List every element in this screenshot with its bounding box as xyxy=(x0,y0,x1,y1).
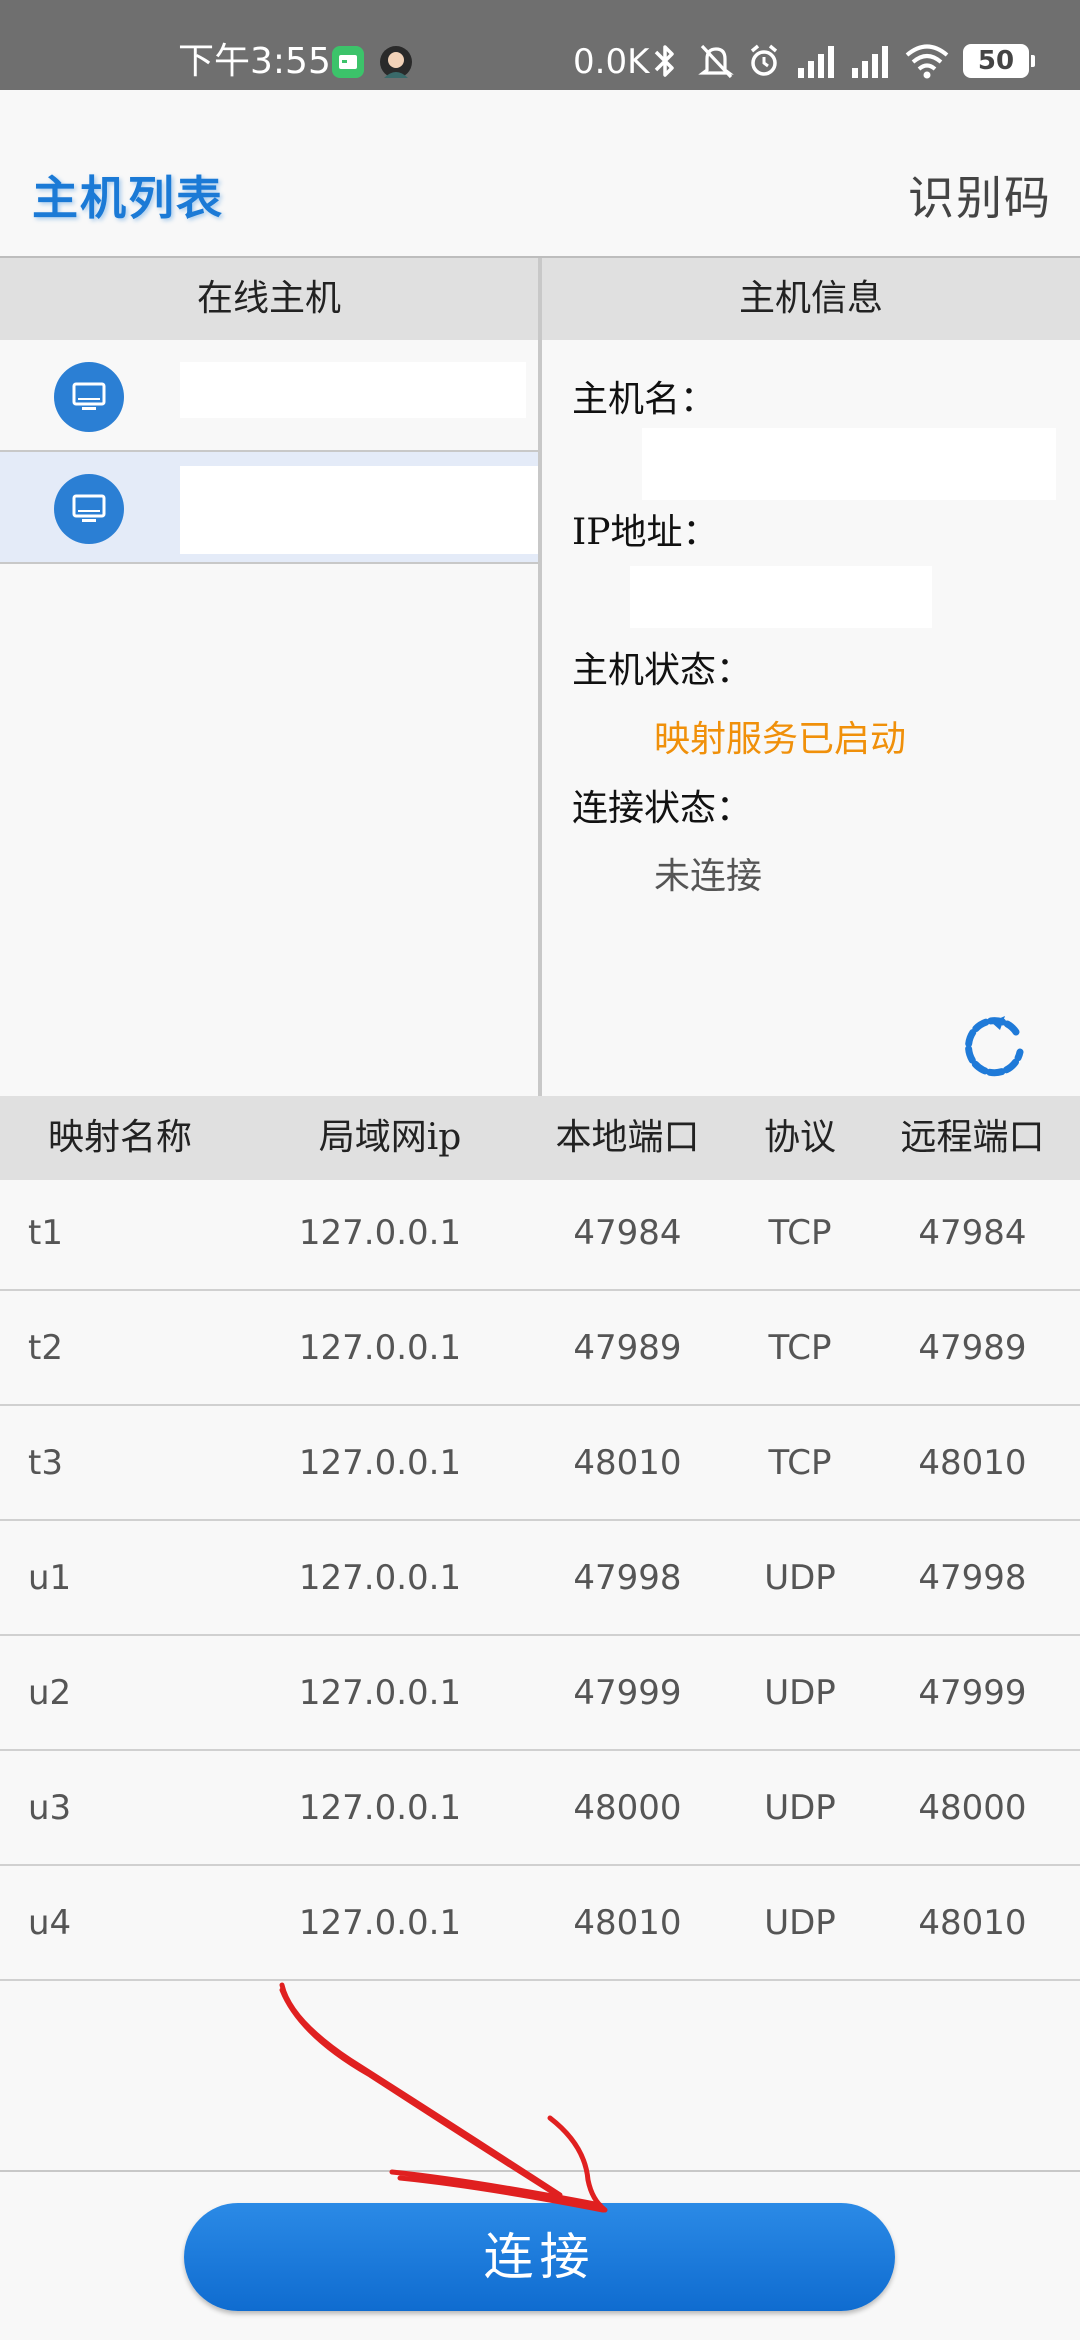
cell-lan-ip: 127.0.0.1 xyxy=(298,1443,462,1483)
table-row[interactable]: u3 127.0.0.1 48000 UDP 48000 xyxy=(0,1753,1080,1866)
connection-status-label: 连接状态： xyxy=(572,788,753,829)
cell-mapping-name: u3 xyxy=(28,1788,72,1828)
cell-remote-port: 48010 xyxy=(918,1903,1027,1943)
app-header: 主机列表 识别码 xyxy=(0,90,1080,256)
cell-protocol: UDP xyxy=(764,1903,836,1943)
cell-mapping-name: u1 xyxy=(28,1558,72,1598)
id-code-button[interactable]: 识别码 xyxy=(908,162,1052,228)
table-row[interactable]: t1 127.0.0.1 47984 TCP 47984 xyxy=(0,1178,1080,1291)
mute-icon xyxy=(698,44,734,79)
cell-local-port: 48010 xyxy=(573,1443,682,1483)
cell-lan-ip: 127.0.0.1 xyxy=(298,1903,462,1943)
host-list-item-selected[interactable] xyxy=(0,452,538,564)
cell-remote-port: 48010 xyxy=(918,1443,1027,1483)
host-list-item[interactable] xyxy=(0,340,538,452)
bottom-divider xyxy=(0,2170,1080,2172)
cell-mapping-name: t2 xyxy=(28,1328,63,1368)
table-row[interactable]: u4 127.0.0.1 48010 UDP 48010 xyxy=(0,1868,1080,1981)
cell-protocol: TCP xyxy=(768,1443,832,1483)
ip-value xyxy=(630,566,932,628)
host-name xyxy=(180,362,526,418)
bluetooth-icon xyxy=(654,45,674,77)
cell-lan-ip: 127.0.0.1 xyxy=(298,1328,462,1368)
cell-protocol: TCP xyxy=(768,1328,832,1368)
cell-local-port: 47984 xyxy=(573,1213,682,1253)
online-hosts-title: 在线主机 xyxy=(0,258,538,340)
table-row[interactable]: u2 127.0.0.1 47999 UDP 47999 xyxy=(0,1638,1080,1751)
panel-divider xyxy=(538,258,542,1096)
connect-button[interactable]: 连接 xyxy=(184,2203,895,2311)
alarm-icon xyxy=(750,44,778,76)
wifi-icon xyxy=(905,44,949,79)
column-header-lan-ip: 局域网ip xyxy=(318,1117,462,1158)
cell-lan-ip: 127.0.0.1 xyxy=(298,1673,462,1713)
host-status-value: 映射服务已启动 xyxy=(654,719,907,760)
cell-mapping-name: u2 xyxy=(28,1673,72,1713)
cell-local-port: 47998 xyxy=(573,1558,682,1598)
cell-remote-port: 47989 xyxy=(918,1328,1027,1368)
cell-remote-port: 47998 xyxy=(918,1558,1027,1598)
cell-lan-ip: 127.0.0.1 xyxy=(298,1788,462,1828)
cell-local-port: 47999 xyxy=(573,1673,682,1713)
mapping-table-header: 映射名称 局域网ip 本地端口 协议 远程端口 xyxy=(0,1096,1080,1180)
connection-status-value: 未连接 xyxy=(654,856,763,897)
status-time: 下午3:55 xyxy=(178,41,331,82)
column-header-local-port: 本地端口 xyxy=(555,1117,700,1158)
computer-icon xyxy=(54,362,124,432)
cell-protocol: UDP xyxy=(764,1673,836,1713)
net-speed: 0.0K xyxy=(573,42,650,82)
cell-mapping-name: u4 xyxy=(28,1903,72,1943)
message-notification-icon xyxy=(332,46,364,78)
column-header-name: 映射名称 xyxy=(47,1117,192,1158)
column-header-protocol: 协议 xyxy=(763,1117,836,1158)
cell-local-port: 48010 xyxy=(573,1903,682,1943)
table-row[interactable]: t3 127.0.0.1 48010 TCP 48010 xyxy=(0,1408,1080,1521)
table-row[interactable]: u1 127.0.0.1 47998 UDP 47998 xyxy=(0,1523,1080,1636)
status-bar: 下午3:55 0.0K 50 xyxy=(0,0,1080,90)
cell-local-port: 48000 xyxy=(573,1788,682,1828)
cell-lan-ip: 127.0.0.1 xyxy=(298,1213,462,1253)
computer-icon xyxy=(54,474,124,544)
avatar-notification-icon xyxy=(380,46,412,78)
host-name xyxy=(180,466,538,554)
hostname-value xyxy=(642,428,1056,500)
cell-remote-port: 47984 xyxy=(918,1213,1027,1253)
cell-remote-port: 48000 xyxy=(918,1788,1027,1828)
cell-protocol: TCP xyxy=(768,1213,832,1253)
cell-protocol: UDP xyxy=(764,1788,836,1828)
signal-icon xyxy=(798,46,834,78)
hostname-label: 主机名： xyxy=(572,379,717,420)
cell-mapping-name: t1 xyxy=(28,1213,63,1253)
host-info-title: 主机信息 xyxy=(542,258,1080,340)
signal-icon xyxy=(852,46,888,78)
refresh-icon[interactable] xyxy=(958,1008,1032,1082)
cell-mapping-name: t3 xyxy=(28,1443,63,1483)
host-status-label: 主机状态： xyxy=(572,650,753,691)
column-header-remote-port: 远程端口 xyxy=(900,1117,1045,1158)
page-title: 主机列表 xyxy=(32,171,224,225)
cell-remote-port: 47999 xyxy=(918,1673,1027,1713)
battery-icon: 50 xyxy=(963,44,1035,78)
cell-protocol: UDP xyxy=(764,1558,836,1598)
cell-lan-ip: 127.0.0.1 xyxy=(298,1558,462,1598)
cell-local-port: 47989 xyxy=(573,1328,682,1368)
table-row[interactable]: t2 127.0.0.1 47989 TCP 47989 xyxy=(0,1293,1080,1406)
ip-label: IP地址： xyxy=(572,512,719,553)
